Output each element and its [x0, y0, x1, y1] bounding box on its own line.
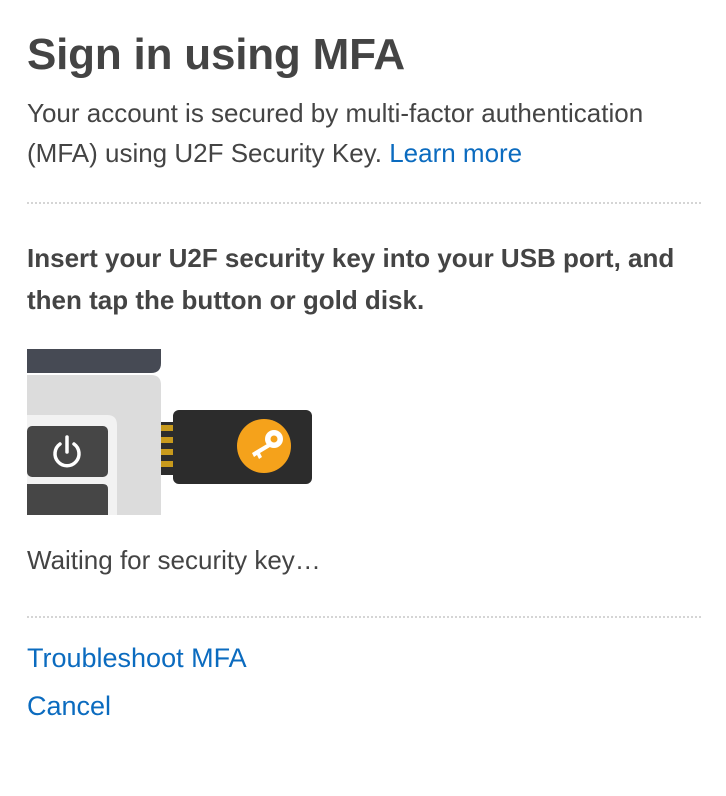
divider	[27, 202, 701, 204]
intro-text: Your account is secured by multi-factor …	[27, 98, 644, 168]
intro-paragraph: Your account is secured by multi-factor …	[27, 93, 707, 173]
divider	[27, 616, 701, 618]
troubleshoot-mfa-link[interactable]: Troubleshoot MFA	[27, 640, 247, 676]
security-key-illustration	[27, 349, 312, 515]
instruction-text: Insert your U2F security key into your U…	[27, 243, 675, 315]
laptop-side-illustration	[27, 349, 161, 515]
learn-more-link[interactable]: Learn more	[389, 138, 522, 168]
page-title: Sign in using MFA	[27, 30, 405, 79]
cancel-link[interactable]: Cancel	[27, 688, 111, 724]
usb-security-key-icon	[161, 410, 312, 484]
status-text: Waiting for security key…	[27, 545, 321, 575]
